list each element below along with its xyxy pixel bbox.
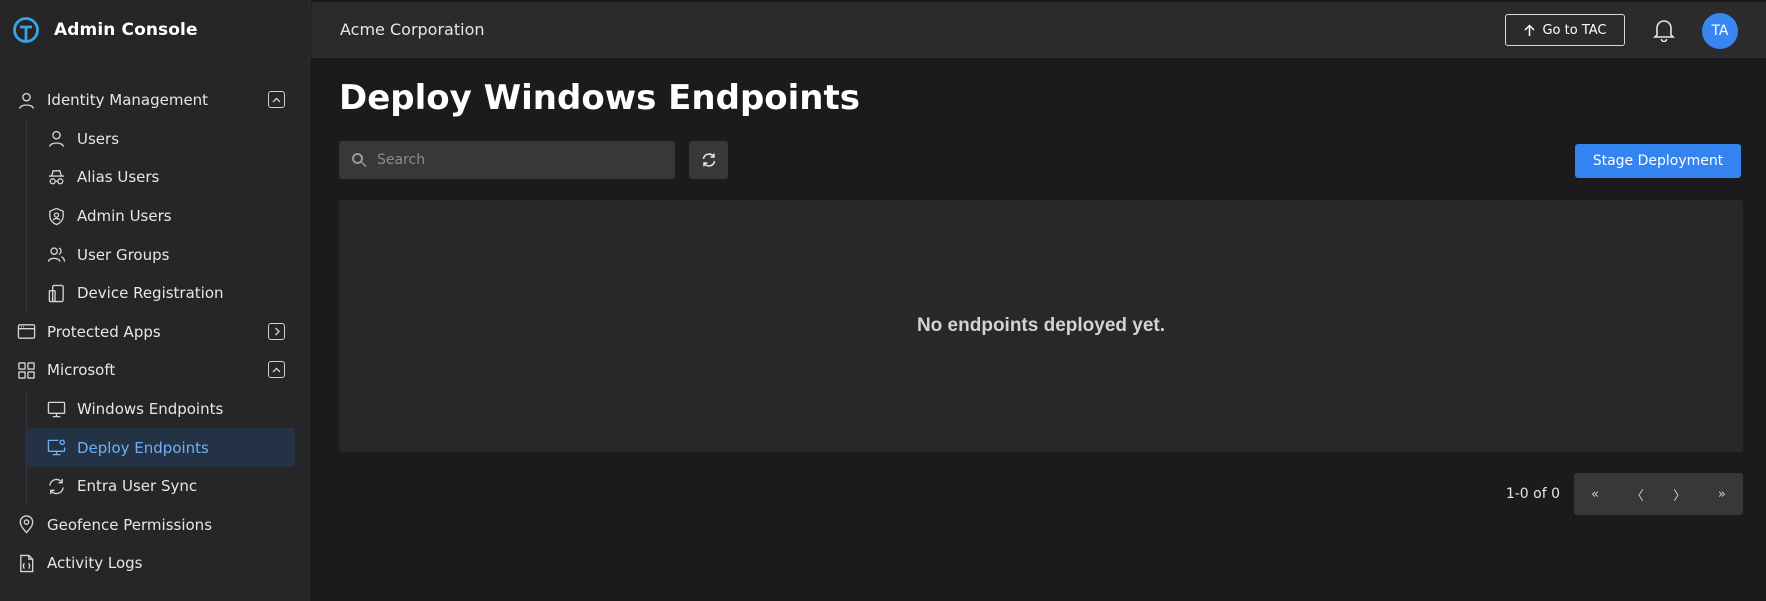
stage-deployment-button[interactable]: Stage Deployment xyxy=(1575,144,1741,178)
sidebar-item-label: Geofence Permissions xyxy=(47,515,213,534)
microsoft-subnav: Windows Endpoints Deploy Endpoints Entra… xyxy=(0,389,310,506)
sidebar-item-label: Windows Endpoints xyxy=(77,400,224,419)
avatar[interactable]: TA xyxy=(1702,13,1738,49)
identity-subnav: Users Alias Users Admin Users User Group… xyxy=(0,119,310,313)
sidebar: Admin Console Identity Management Users xyxy=(0,0,310,601)
brand[interactable]: Admin Console xyxy=(12,14,198,46)
collapse-toggle-icon[interactable] xyxy=(268,361,285,379)
sidebar-item-label: Identity Management xyxy=(47,91,209,110)
sidebar-item-label: Microsoft xyxy=(47,361,116,380)
go-to-tac-label: Go to TAC xyxy=(1542,22,1607,38)
next-page-button[interactable]: 〉 xyxy=(1659,473,1701,515)
sidebar-item-label: User Groups xyxy=(77,245,170,264)
sidebar-item-label: Entra User Sync xyxy=(77,477,198,496)
sidebar-nav: Identity Management Users Alias Users Ad… xyxy=(0,81,310,583)
page-title: Deploy Windows Endpoints xyxy=(339,78,860,118)
monitor-icon xyxy=(47,401,66,417)
incognito-icon xyxy=(48,170,65,185)
sidebar-item-label: Admin Users xyxy=(77,207,172,226)
sidebar-item-geofence-permissions[interactable]: Geofence Permissions xyxy=(0,506,310,545)
user-icon xyxy=(49,131,64,148)
bell-icon[interactable] xyxy=(1653,18,1675,42)
console-logo-icon xyxy=(13,17,39,43)
device-icon xyxy=(48,284,64,303)
sidebar-item-label: Deploy Endpoints xyxy=(77,438,209,457)
first-page-button[interactable]: « xyxy=(1574,473,1616,515)
search-input[interactable] xyxy=(377,152,657,168)
arrow-up-icon xyxy=(1524,23,1536,36)
sidebar-item-device-registration[interactable]: Device Registration xyxy=(0,274,310,313)
collapse-toggle-icon[interactable] xyxy=(268,91,285,108)
sidebar-item-label: Alias Users xyxy=(77,168,160,187)
pagination-controls: « 〈 〉 » xyxy=(1574,473,1743,515)
last-page-button[interactable]: » xyxy=(1701,473,1743,515)
pagination-summary: 1-0 of 0 xyxy=(1505,486,1560,502)
app-window-icon xyxy=(17,324,36,340)
sidebar-item-label: Protected Apps xyxy=(47,322,161,341)
refresh-icon xyxy=(702,153,715,167)
sidebar-item-entra-user-sync[interactable]: Entra User Sync xyxy=(0,467,310,506)
sidebar-item-label: Users xyxy=(77,129,120,148)
organization-name: Acme Corporation xyxy=(340,20,485,39)
user-icon xyxy=(19,92,34,109)
sidebar-item-users[interactable]: Users xyxy=(0,120,310,159)
sidebar-item-microsoft[interactable]: Microsoft xyxy=(0,351,310,390)
previous-page-button[interactable]: 〈 xyxy=(1616,473,1658,515)
users-icon xyxy=(47,247,66,263)
sync-icon xyxy=(49,478,64,494)
empty-state-message: No endpoints deployed yet. xyxy=(916,315,1166,336)
search-icon xyxy=(352,153,367,167)
go-to-tac-button[interactable]: Go to TAC xyxy=(1505,14,1625,46)
sidebar-item-identity-management[interactable]: Identity Management xyxy=(0,81,310,120)
shield-user-icon xyxy=(49,207,64,225)
expand-toggle-icon[interactable] xyxy=(268,322,285,340)
sidebar-item-windows-endpoints[interactable]: Windows Endpoints xyxy=(0,390,310,429)
app-title: Admin Console xyxy=(54,20,198,40)
search-field[interactable] xyxy=(339,141,675,179)
sidebar-item-protected-apps[interactable]: Protected Apps xyxy=(0,313,310,352)
sidebar-item-label: Activity Logs xyxy=(47,554,143,573)
top-bar: Acme Corporation Go to TAC TA xyxy=(311,2,1766,58)
grid-icon xyxy=(18,362,35,379)
sidebar-item-deploy-endpoints[interactable]: Deploy Endpoints xyxy=(25,428,295,467)
sidebar-item-label: Device Registration xyxy=(77,284,224,303)
monitor-gear-icon xyxy=(47,439,66,456)
endpoints-panel: No endpoints deployed yet. xyxy=(339,200,1743,452)
sidebar-item-admin-users[interactable]: Admin Users xyxy=(0,197,310,236)
sidebar-item-user-groups[interactable]: User Groups xyxy=(0,235,310,274)
refresh-button[interactable] xyxy=(689,141,728,179)
log-file-icon xyxy=(20,554,34,573)
sidebar-item-activity-logs[interactable]: Activity Logs xyxy=(0,544,310,583)
sidebar-item-alias-users[interactable]: Alias Users xyxy=(0,158,310,197)
location-pin-icon xyxy=(19,515,34,534)
